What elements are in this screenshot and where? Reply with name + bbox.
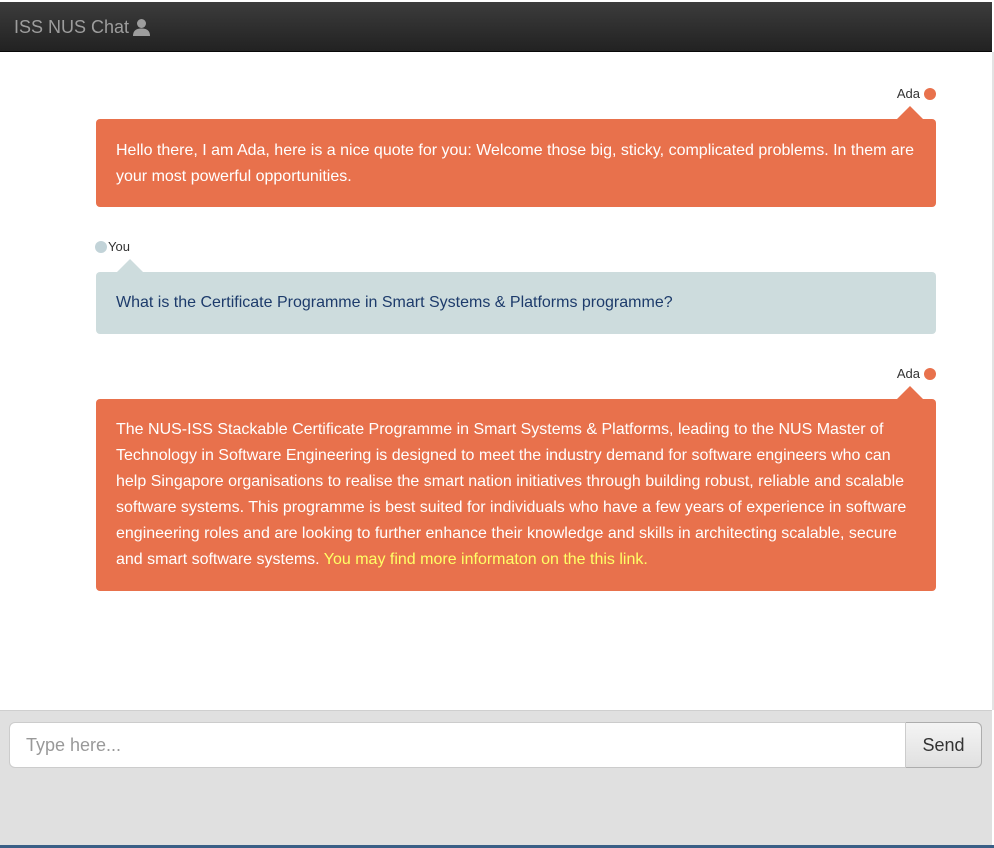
bubble-tail <box>116 259 144 273</box>
message-text: What is the Certificate Programme in Sma… <box>116 294 673 311</box>
message-composer: Send <box>0 710 992 848</box>
ada-avatar-dot <box>924 367 936 380</box>
more-info-link[interactable]: You may find more informaton on the this… <box>324 551 648 568</box>
sender-name: Ada <box>896 366 920 381</box>
ada-avatar-dot <box>924 87 936 100</box>
sender-label-ada: Ada <box>897 86 936 101</box>
bubble-tail <box>896 106 924 120</box>
sender-label-you: You <box>95 239 130 254</box>
sender-label-ada: Ada <box>897 366 936 381</box>
bubble-tail <box>896 386 924 400</box>
message-bubble-user: What is the Certificate Programme in Sma… <box>96 259 936 334</box>
message-input[interactable] <box>9 722 906 768</box>
send-button[interactable]: Send <box>906 722 982 768</box>
navbar-brand[interactable]: ISS NUS Chat <box>14 16 151 38</box>
navbar: ISS NUS Chat <box>0 2 992 52</box>
chat-messages[interactable]: Ada Hello there, I am Ada, here is a nic… <box>0 53 994 708</box>
message-text: Hello there, I am Ada, here is a nice qu… <box>116 142 915 185</box>
brand-title: ISS NUS Chat <box>14 17 130 37</box>
message-bubble-ada: The NUS-ISS Stackable Certificate Progra… <box>96 386 936 591</box>
composer-input-group: Send <box>9 722 982 768</box>
message-text: The NUS-ISS Stackable Certificate Progra… <box>116 421 907 568</box>
sender-name: You <box>108 239 130 254</box>
user-icon <box>132 18 151 37</box>
sender-name: Ada <box>896 86 920 101</box>
message-bubble-ada: Hello there, I am Ada, here is a nice qu… <box>96 106 936 207</box>
user-avatar-dot <box>95 240 107 253</box>
